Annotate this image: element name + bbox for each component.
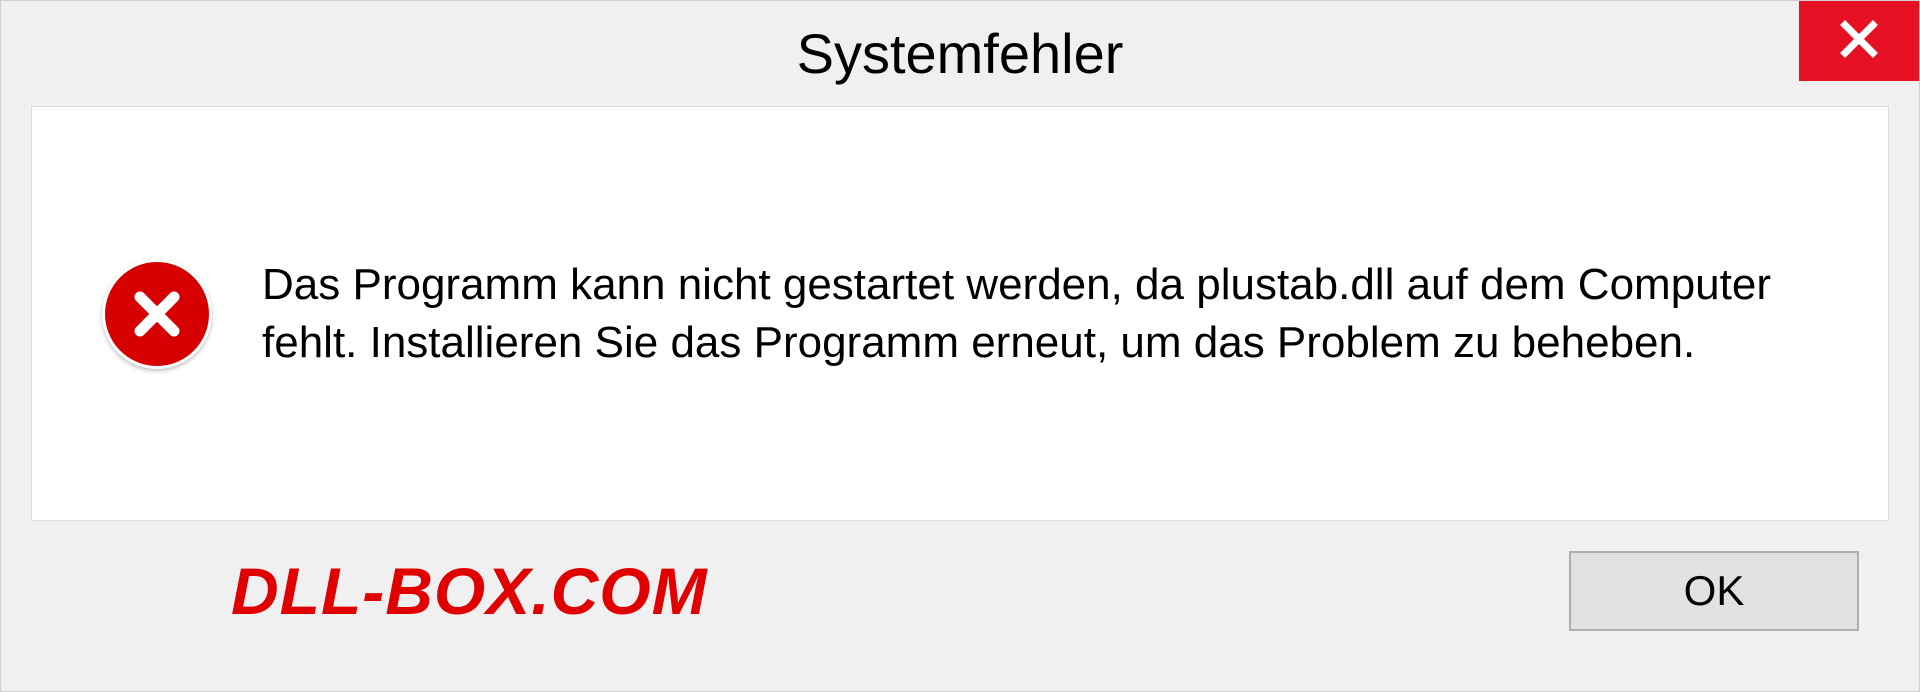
watermark-text: DLL-BOX.COM	[231, 553, 708, 629]
close-button[interactable]	[1799, 1, 1919, 81]
titlebar: Systemfehler	[1, 1, 1919, 106]
content-box: Das Programm kann nicht gestartet werden…	[31, 106, 1889, 521]
error-message: Das Programm kann nicht gestartet werden…	[262, 256, 1818, 370]
ok-button[interactable]: OK	[1569, 551, 1859, 631]
dialog-footer: DLL-BOX.COM OK	[31, 521, 1889, 661]
close-icon	[1839, 19, 1879, 64]
error-dialog: Systemfehler Das Programm kann nicht g	[0, 0, 1920, 692]
dialog-title: Systemfehler	[797, 21, 1124, 86]
content-wrapper: Das Programm kann nicht gestartet werden…	[1, 106, 1919, 691]
error-icon-wrapper	[102, 259, 212, 369]
error-icon	[102, 259, 212, 369]
